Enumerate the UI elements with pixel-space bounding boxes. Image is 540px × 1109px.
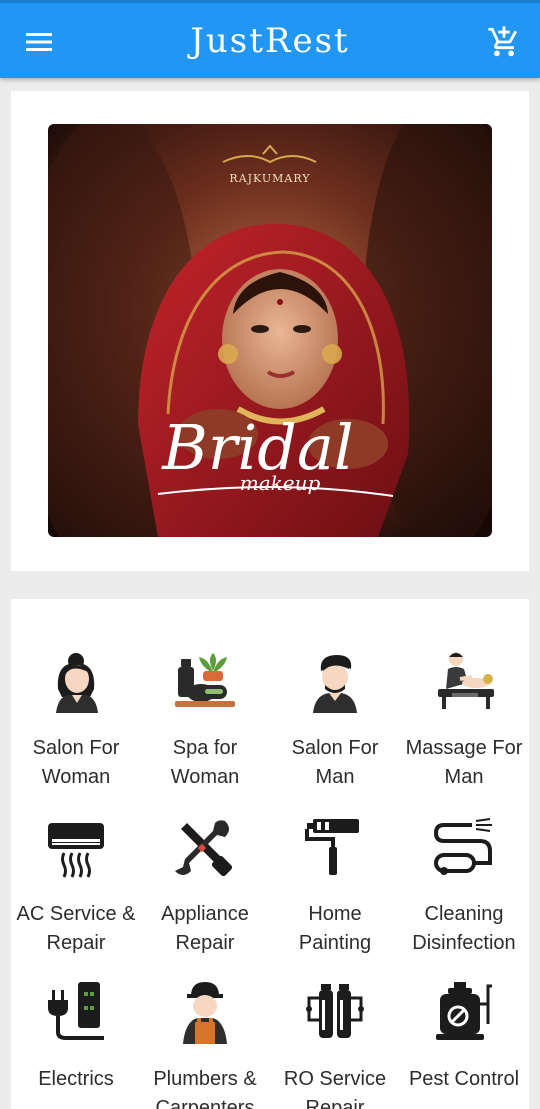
- plumber-icon: [183, 982, 227, 1044]
- services-grid: Salon For Woman Spa for Woman Salon For …: [11, 599, 529, 1109]
- promo-banner[interactable]: RAJKUMARY Bridal makeup: [48, 124, 492, 537]
- app-title: JustRest: [190, 21, 350, 61]
- app-bar: JustRest: [0, 0, 540, 78]
- spa-icon: [175, 653, 235, 707]
- service-massage-for-man[interactable]: Massage For Man: [399, 649, 529, 792]
- electric-plug-icon: [48, 982, 104, 1040]
- paint-roller-icon: [305, 819, 359, 875]
- service-label: AC Service & Repair: [16, 903, 136, 954]
- service-ro-service-repair[interactable]: RO Service Repair: [270, 980, 400, 1109]
- service-label: Salon For Woman: [32, 737, 120, 788]
- service-plumbers-carpenters[interactable]: Plumbers & Carpenters: [140, 980, 270, 1109]
- air-conditioner-icon: [48, 823, 104, 878]
- service-salon-for-woman[interactable]: Salon For Woman: [11, 649, 141, 792]
- service-ac-service-repair[interactable]: AC Service & Repair: [11, 815, 141, 958]
- service-label: Massage For Man: [405, 737, 523, 788]
- service-label: RO Service Repair: [283, 1068, 387, 1109]
- tools-icon: [175, 820, 233, 877]
- service-label: Spa for Woman: [170, 737, 240, 788]
- service-label: Salon For Man: [291, 737, 379, 788]
- service-home-painting[interactable]: Home Painting: [270, 815, 400, 958]
- service-label: Cleaning Disinfection: [412, 903, 516, 954]
- service-salon-for-man[interactable]: Salon For Man: [270, 649, 400, 792]
- woman-icon: [56, 653, 98, 713]
- service-pest-control[interactable]: Pest Control: [399, 980, 529, 1094]
- service-label: Appliance Repair: [161, 903, 249, 954]
- service-appliance-repair[interactable]: Appliance Repair: [140, 815, 270, 958]
- banner-card: RAJKUMARY Bridal makeup: [11, 91, 529, 571]
- service-electrics[interactable]: Electrics: [11, 980, 141, 1094]
- service-label: Home Painting: [298, 903, 372, 954]
- man-icon: [313, 655, 357, 713]
- service-label: Plumbers & Carpenters: [153, 1068, 257, 1109]
- service-cleaning-disinfection[interactable]: Cleaning Disinfection: [399, 815, 529, 958]
- service-spa-for-woman[interactable]: Spa for Woman: [140, 649, 270, 792]
- cart-button[interactable]: [487, 25, 527, 61]
- service-label: Pest Control: [408, 1068, 520, 1090]
- banner-brand: RAJKUMARY: [229, 172, 310, 185]
- pest-sprayer-icon: [436, 982, 492, 1040]
- banner-subline: makeup: [240, 471, 321, 495]
- vacuum-cleaner-icon: [433, 818, 492, 875]
- water-filter-icon: [306, 984, 364, 1038]
- bridal-banner-image: RAJKUMARY Bridal makeup: [48, 124, 492, 537]
- add-to-cart-icon: [488, 26, 517, 57]
- massage-icon: [438, 652, 494, 709]
- service-label: Electrics: [38, 1068, 114, 1090]
